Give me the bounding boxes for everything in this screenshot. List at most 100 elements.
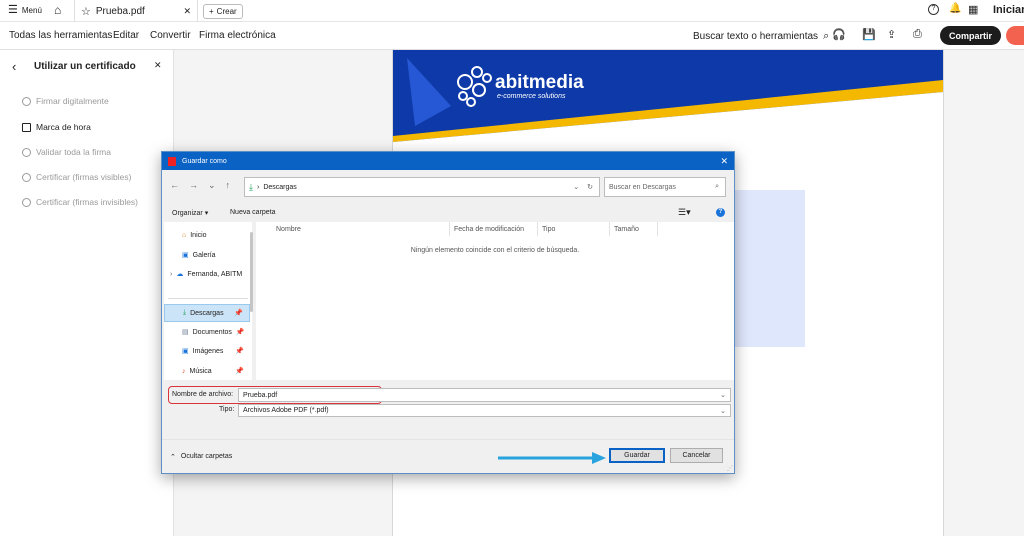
resize-grip-icon[interactable]: ⋰ [727, 465, 733, 472]
address-bar[interactable]: ⤓ › Descargas ⌄ ↻ [244, 177, 600, 197]
image-icon: ▣ [182, 348, 189, 355]
search-icon: ⌕ [823, 30, 830, 42]
tab-convert[interactable]: Convertir [150, 30, 191, 41]
file-type-select[interactable]: Archivos Adobe PDF (*.pdf) ⌄ [238, 404, 731, 417]
tab-e-sign[interactable]: Firma electrónica [199, 30, 276, 41]
back-arrow-icon[interactable]: ‹ [12, 59, 16, 74]
dialog-title-bar: Guardar como ✕ [162, 152, 734, 170]
nav-item-downloads[interactable]: ⤓ Descargas 📌 [164, 304, 250, 322]
assistant-button[interactable] [1006, 26, 1024, 45]
brand-logo-text: abitmedia [495, 72, 584, 93]
search-icon: ⌕ [715, 183, 719, 190]
nav-item-documents[interactable]: ▤ Documentos 📌 [164, 323, 250, 341]
pin-icon: 📌 [234, 310, 243, 317]
pointer-arrow [498, 452, 606, 464]
expand-icon[interactable]: › [170, 271, 172, 278]
tool-validate-signatures[interactable]: Validar toda la firma [22, 147, 111, 157]
tab-edit[interactable]: Editar [113, 30, 139, 41]
validate-icon [22, 147, 31, 157]
tool-timestamp[interactable]: Marca de hora [22, 122, 91, 132]
download-icon: ⤓ [183, 309, 187, 316]
column-date-modified[interactable]: Fecha de modificación [450, 222, 538, 236]
save-icon[interactable]: 💾 [862, 28, 876, 41]
save-button[interactable]: Guardar [609, 448, 665, 463]
type-dropdown-icon[interactable]: ⌄ [720, 407, 726, 415]
nav-item-gallery[interactable]: ▣ Galería [164, 246, 250, 264]
nav-buttons: ← → ⌄ ↑ [170, 180, 230, 191]
pin-icon: 📌 [235, 329, 245, 336]
bell-icon[interactable]: 🔔 [949, 3, 961, 14]
address-dropdown-icon[interactable]: ⌄ [573, 183, 579, 191]
recent-dropdown-icon[interactable]: ⌄ [208, 180, 216, 191]
signature-icon [22, 96, 31, 106]
nav-item-music[interactable]: ♪ Música 📌 [164, 362, 250, 380]
plus-icon: + [209, 7, 214, 16]
star-icon[interactable]: ☆ [81, 5, 91, 18]
up-icon[interactable]: ↑ [226, 180, 231, 191]
dropdown-arrow-icon: ▾ [204, 210, 209, 217]
navigation-pane: ⌂ Inicio ▣ Galería › ☁ Fernanda, ABITM ⤓ Des… [164, 222, 253, 380]
nav-item-images[interactable]: ▣ Imágenes 📌 [164, 342, 250, 360]
help-icon[interactable]: ? [928, 4, 939, 15]
pin-icon: 📌 [235, 368, 244, 375]
column-type[interactable]: Tipo [538, 222, 610, 236]
title-bar: ☰ Menú ⌂ ☆ Prueba.pdf ✕ + Crear ? 🔔 ▦ In… [0, 0, 1024, 22]
home-icon[interactable]: ⌂ [54, 3, 61, 17]
close-tab-icon[interactable]: ✕ [183, 6, 191, 17]
hide-folders-toggle[interactable]: ⌃ Ocultar carpetas [170, 453, 232, 461]
print-icon[interactable]: ⎙ [913, 28, 922, 41]
certify-visible-icon [22, 172, 31, 182]
close-panel-icon[interactable]: ✕ [154, 60, 162, 71]
help-icon[interactable]: ? [716, 208, 725, 217]
tool-certify-invisible[interactable]: Certificar (firmas invisibles) [22, 197, 138, 207]
filename-dropdown-icon[interactable]: ⌄ [720, 391, 726, 399]
forward-icon[interactable]: → [189, 180, 198, 191]
nav-scrollbar[interactable] [250, 232, 253, 312]
upload-icon[interactable]: ⇪ [887, 28, 896, 41]
hamburger-icon: ☰ [8, 4, 18, 16]
tab-all-tools[interactable]: Todas las herramientas [9, 30, 112, 41]
dialog-title: Guardar como [182, 157, 227, 165]
new-folder-button[interactable]: Nueva carpeta [230, 209, 276, 216]
chevron-up-icon: ⌃ [170, 454, 176, 461]
download-icon: ⤓ [249, 181, 253, 192]
acrobat-icon [168, 156, 176, 166]
tool-panel: ‹ Utilizar un certificado ✕ Firmar digit… [0, 50, 174, 536]
filename-label: Nombre de archivo: [172, 391, 234, 398]
menu-button[interactable]: ☰ Menú [8, 4, 42, 16]
timestamp-icon [22, 122, 31, 132]
back-icon[interactable]: ← [170, 180, 179, 191]
column-name[interactable]: Nombre [272, 222, 450, 236]
sign-in-link[interactable]: Iniciar [993, 4, 1024, 16]
create-button[interactable]: + Crear [203, 4, 243, 19]
nav-item-home[interactable]: ⌂ Inicio [164, 226, 250, 244]
panel-title: Utilizar un certificado [34, 61, 136, 72]
nav-item-onedrive[interactable]: › ☁ Fernanda, ABITM [164, 265, 250, 283]
pin-icon: 📌 [235, 348, 244, 355]
column-size[interactable]: Tamaño [610, 222, 658, 236]
cancel-button[interactable]: Cancelar [670, 448, 723, 463]
address-folder: Descargas [263, 183, 297, 191]
menu-label: Menú [21, 5, 42, 15]
dialog-close-icon[interactable]: ✕ [720, 156, 728, 167]
tool-search[interactable]: Buscar texto o herramientas ⌕ [693, 30, 829, 43]
nav-divider [168, 298, 248, 299]
file-list[interactable]: Nombre Fecha de modificación Tipo Tamaño… [256, 222, 734, 380]
header-banner [393, 50, 943, 142]
document-tab[interactable]: ☆ Prueba.pdf ✕ [74, 0, 198, 22]
tab-title: Prueba.pdf [95, 5, 145, 17]
view-options-icon[interactable]: ☰▾ [678, 207, 691, 218]
folder-search-input[interactable]: Buscar en Descargas ⌕ [604, 177, 726, 197]
gallery-icon: ▣ [182, 252, 189, 259]
type-label: Tipo: [219, 406, 235, 413]
chevron-right-icon: › [256, 183, 260, 191]
home-icon: ⌂ [182, 231, 187, 239]
tool-certify-visible[interactable]: Certificar (firmas visibles) [22, 172, 131, 182]
apps-icon[interactable]: ▦ [968, 3, 979, 16]
refresh-icon[interactable]: ↻ [587, 183, 593, 191]
organize-menu[interactable]: Organizar ▾ [172, 209, 208, 217]
tool-sign-digitally[interactable]: Firmar digitalmente [22, 96, 109, 106]
filename-input[interactable]: Prueba.pdf ⌄ [238, 388, 731, 402]
share-button[interactable]: Compartir [940, 26, 1001, 45]
headphones-icon[interactable]: 🎧 [832, 28, 846, 41]
